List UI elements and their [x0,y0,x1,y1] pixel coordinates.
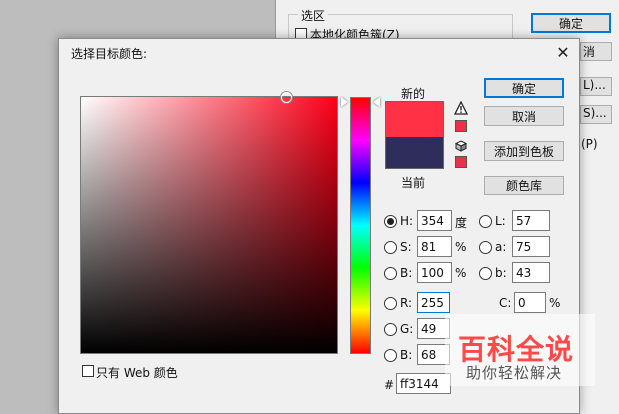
web-colors-only-checkbox[interactable] [82,365,94,377]
background-button-edge-2[interactable]: L)... [580,77,612,96]
new-color-swatch [385,101,444,137]
lab-l-label: L: [495,214,506,228]
red-label: R: [400,296,413,310]
hue-label: H: [400,214,414,228]
saturation-label: S: [400,240,412,254]
color-libraries-button[interactable]: 颜色库 [484,176,564,195]
gamut-warning-swatch[interactable] [455,120,467,132]
cancel-button[interactable]: 取消 [484,106,564,126]
hue-slider[interactable] [350,97,371,354]
brightness-unit: % [455,266,467,280]
saturation-radio[interactable] [384,241,397,254]
cyan-input[interactable]: 0 [514,292,546,313]
lab-a-radio[interactable] [479,241,492,254]
lab-b-input[interactable]: 43 [512,262,550,283]
background-ok-button[interactable]: 确定 [531,13,611,33]
saturation-input[interactable]: 81 [417,236,452,257]
background-edge-label-4[interactable]: (P) [581,137,598,151]
lab-a-label: a: [495,240,507,254]
lab-l-input[interactable]: 57 [512,210,550,231]
background-button-edge-1[interactable]: 消 [580,42,612,61]
blue-radio[interactable] [384,349,397,362]
red-input[interactable]: 255 [417,292,450,313]
background-group-title: 选区 [298,7,329,24]
background-button-edge-3[interactable]: S)... [580,105,612,124]
saturation-unit: % [455,240,467,254]
red-radio[interactable] [384,297,397,310]
lab-b-label: b: [495,266,507,280]
dialog-title: 选择目标颜色: [71,47,148,61]
lab-a-input[interactable]: 75 [512,236,550,257]
hue-unit: 度 [455,216,468,230]
gamut-warning-icon[interactable] [454,101,468,115]
green-label: G: [400,322,414,336]
hex-label: # [384,378,395,392]
green-radio[interactable] [384,323,397,336]
web-safe-swatch[interactable] [455,156,467,168]
lab-b-radio[interactable] [479,267,492,280]
current-color-label: 当前 [401,176,426,190]
hue-input[interactable]: 354 [417,210,452,231]
brightness-label: B: [400,266,413,280]
current-color-swatch[interactable] [385,137,444,169]
lab-l-radio[interactable] [479,215,492,228]
web-colors-only-label: 只有 Web 颜色 [96,366,178,380]
color-field[interactable] [80,96,338,354]
brightness-input[interactable]: 100 [417,262,452,283]
hex-input[interactable]: ff3144 [396,373,451,394]
add-to-swatches-button[interactable]: 添加到色板 [484,141,564,161]
hue-slider-arrow-left[interactable] [341,97,348,107]
cyan-label: C: [499,296,512,310]
web-safe-cube-icon[interactable] [455,140,467,152]
watermark-subtitle: 助你轻松解决 [466,364,563,382]
hue-radio[interactable] [384,215,397,228]
blue-label: B: [400,348,413,362]
cyan-unit: % [549,296,561,310]
new-color-label: 新的 [401,87,426,101]
brightness-radio[interactable] [384,267,397,280]
close-icon[interactable]: ✕ [551,41,575,63]
color-field-marker[interactable] [281,92,292,103]
hue-slider-arrow-right[interactable] [373,97,380,107]
ok-button[interactable]: 确定 [484,78,564,98]
